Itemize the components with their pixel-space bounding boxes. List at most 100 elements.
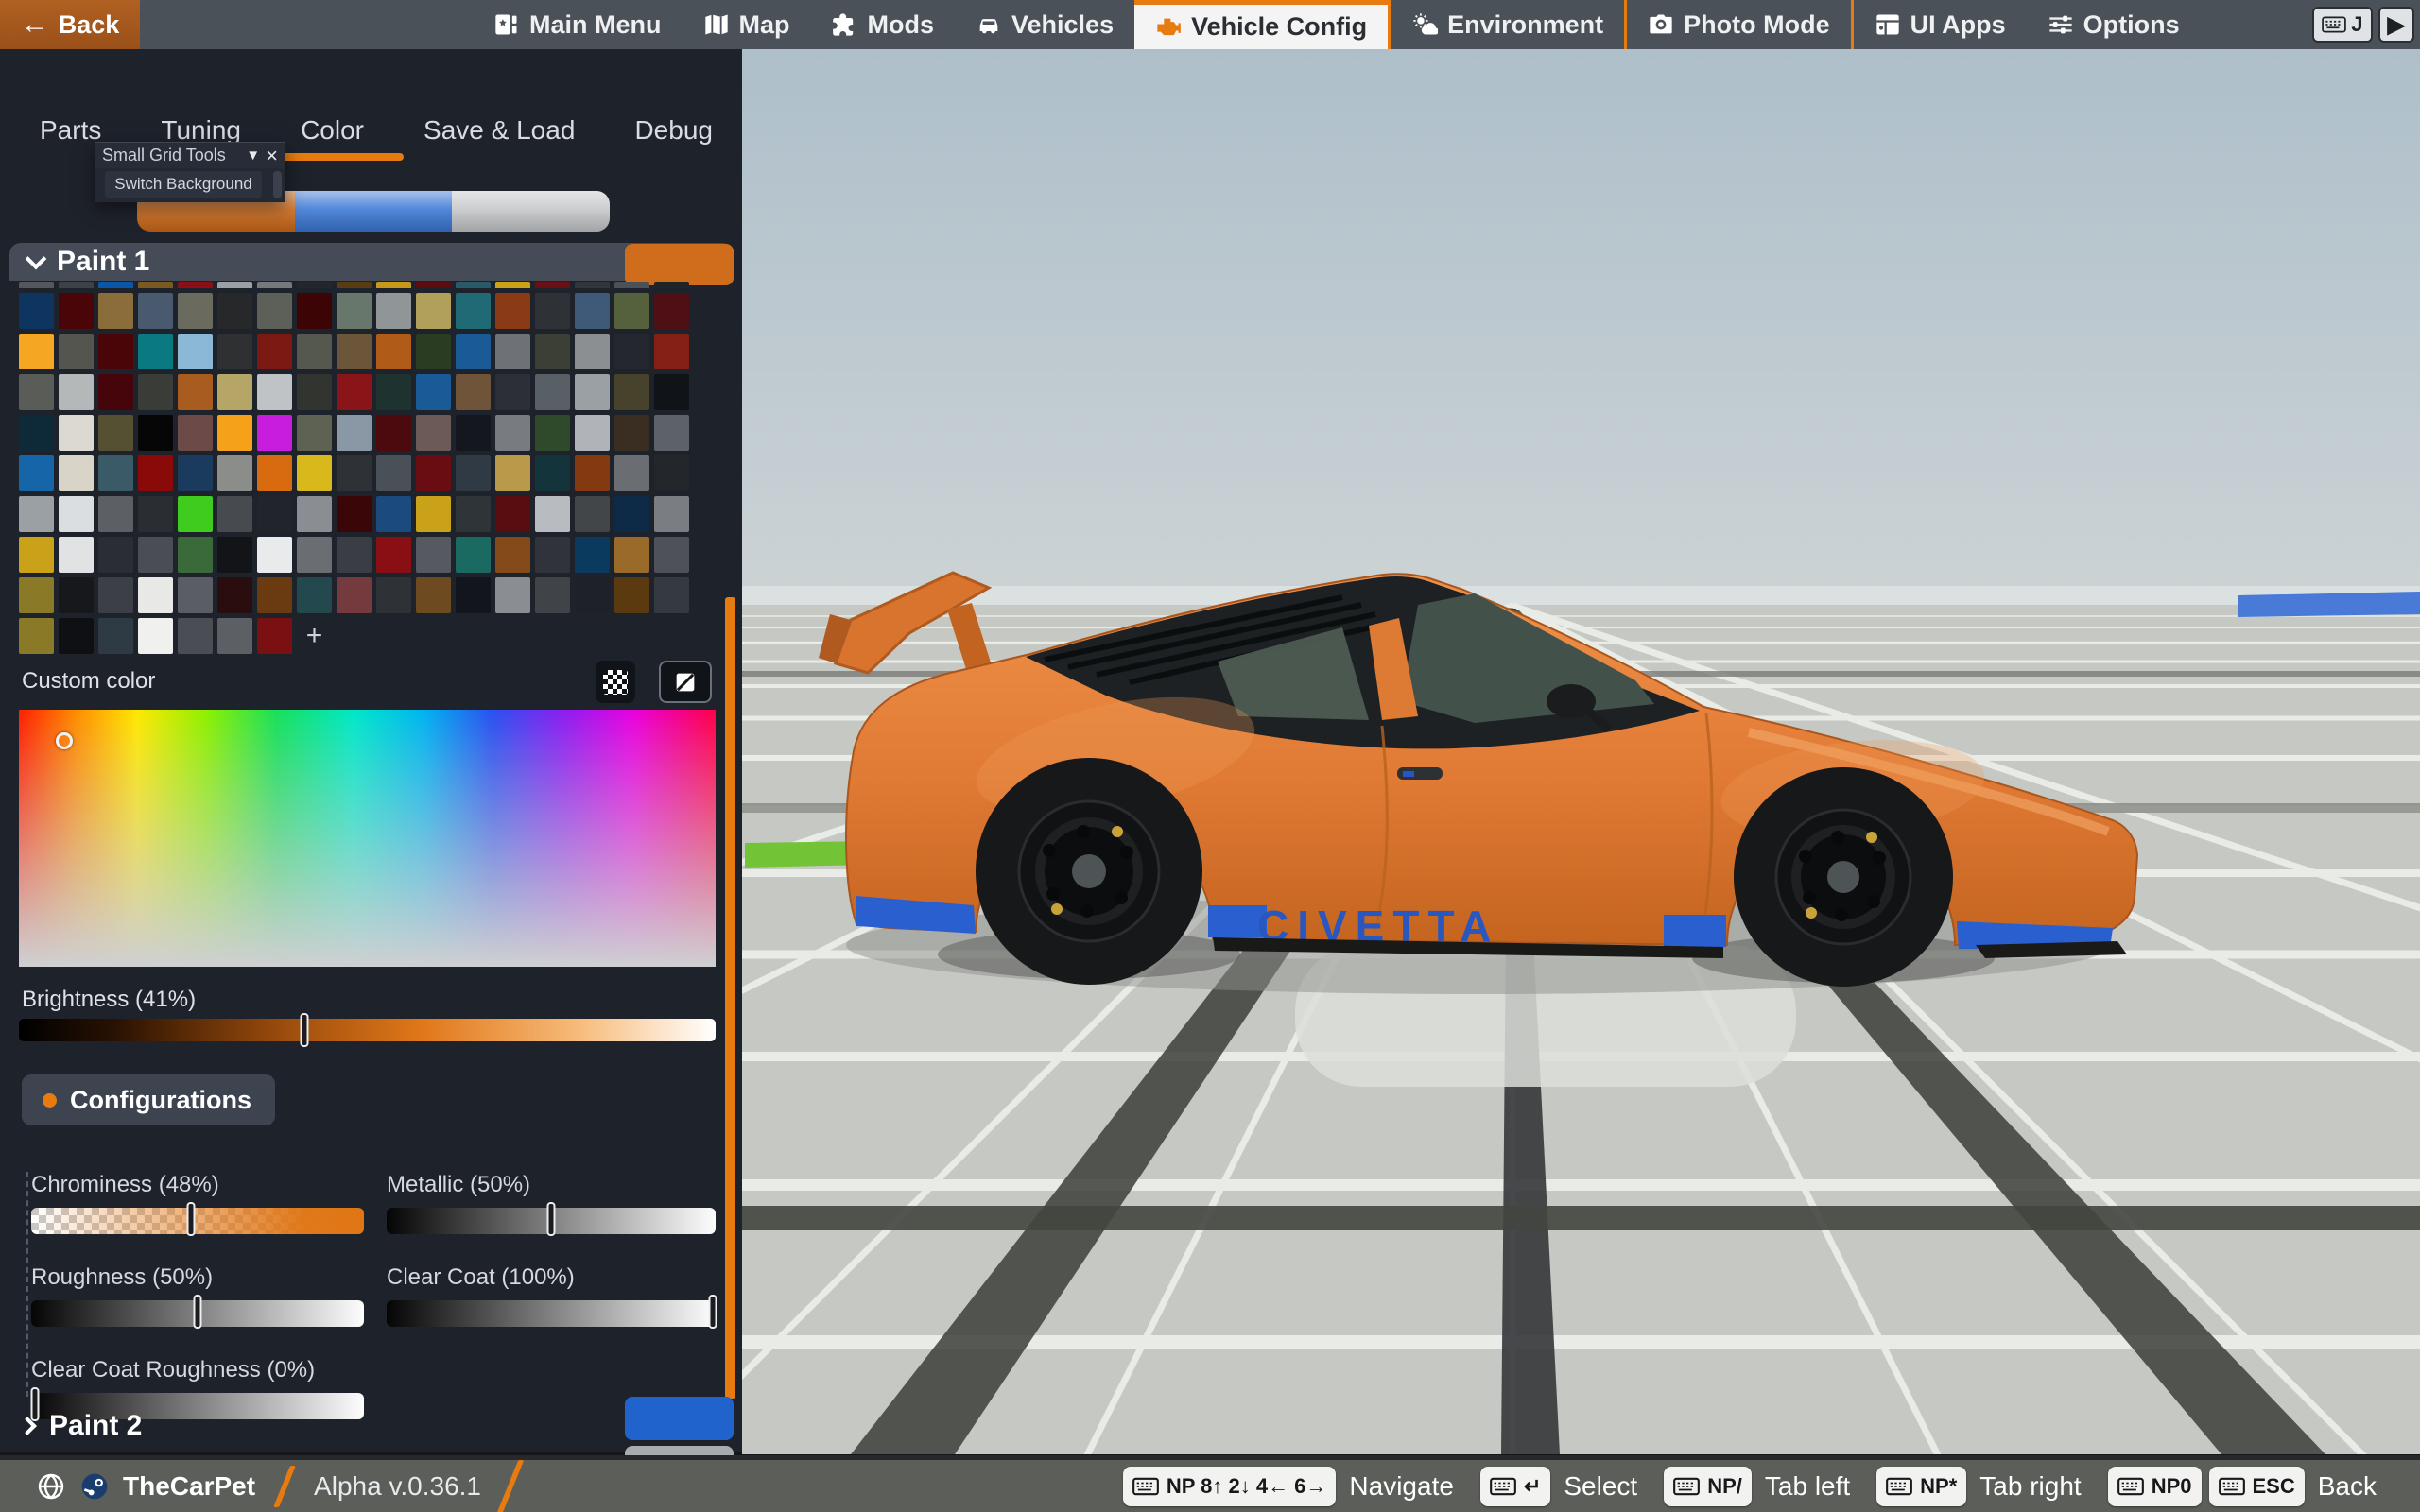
color-swatch[interactable]: [138, 415, 173, 451]
color-swatch[interactable]: [217, 293, 252, 329]
color-swatch[interactable]: [217, 415, 252, 451]
color-swatch[interactable]: [654, 577, 689, 613]
color-swatch[interactable]: [376, 537, 411, 573]
color-swatch[interactable]: [297, 496, 332, 532]
color-swatch[interactable]: [535, 282, 570, 288]
color-swatch[interactable]: [614, 537, 649, 573]
color-swatch[interactable]: [178, 282, 213, 288]
globe-icon[interactable]: [36, 1471, 66, 1502]
color-swatch[interactable]: [654, 334, 689, 369]
color-swatch[interactable]: [98, 496, 133, 532]
switch-background-button[interactable]: Switch Background: [105, 171, 262, 198]
color-swatch[interactable]: [59, 577, 94, 613]
color-swatch[interactable]: [575, 455, 610, 491]
color-swatch[interactable]: [19, 282, 54, 288]
color-swatch[interactable]: [337, 282, 372, 288]
color-swatch[interactable]: [59, 537, 94, 573]
color-swatch[interactable]: [456, 374, 491, 410]
color-swatch[interactable]: [456, 496, 491, 532]
color-swatch[interactable]: [178, 334, 213, 369]
color-swatch[interactable]: [98, 537, 133, 573]
color-swatch[interactable]: [297, 374, 332, 410]
color-swatch[interactable]: [535, 537, 570, 573]
color-swatch[interactable]: [217, 618, 252, 654]
tab-color[interactable]: Color: [301, 115, 364, 157]
color-swatch[interactable]: [59, 282, 94, 288]
color-swatch[interactable]: [297, 577, 332, 613]
add-swatch-button[interactable]: +: [297, 618, 332, 654]
color-swatch[interactable]: [456, 293, 491, 329]
popup-scrollbar[interactable]: [273, 171, 282, 198]
color-swatch[interactable]: [98, 415, 133, 451]
color-swatch[interactable]: [416, 577, 451, 613]
color-swatch[interactable]: [654, 455, 689, 491]
nav-item-ui-apps[interactable]: UI Apps: [1854, 0, 2027, 49]
color-swatch[interactable]: [654, 374, 689, 410]
color-swatch[interactable]: [535, 334, 570, 369]
color-swatch[interactable]: [19, 496, 54, 532]
nav-item-main-menu[interactable]: Main Menu: [473, 0, 683, 49]
color-swatch[interactable]: [98, 282, 133, 288]
color-swatch[interactable]: [614, 455, 649, 491]
color-swatch[interactable]: [575, 415, 610, 451]
slider-track[interactable]: [387, 1300, 716, 1327]
color-swatch[interactable]: [654, 293, 689, 329]
color-swatch[interactable]: [495, 374, 530, 410]
color-swatch[interactable]: [337, 293, 372, 329]
nav-item-environment[interactable]: Environment: [1391, 0, 1624, 49]
color-swatch[interactable]: [257, 496, 292, 532]
viewport-3d[interactable]: CIVETTA: [742, 49, 2420, 1454]
color-swatch[interactable]: [416, 496, 451, 532]
color-swatch[interactable]: [575, 374, 610, 410]
color-swatch[interactable]: [257, 293, 292, 329]
tab-save-load[interactable]: Save & Load: [424, 115, 575, 157]
color-swatch[interactable]: [178, 577, 213, 613]
nav-item-map[interactable]: Map: [683, 0, 811, 49]
color-swatch[interactable]: [59, 415, 94, 451]
color-swatch[interactable]: [337, 455, 372, 491]
nav-item-vehicles[interactable]: Vehicles: [955, 0, 1134, 49]
color-swatch[interactable]: [535, 496, 570, 532]
slider-track[interactable]: [31, 1208, 364, 1234]
color-swatch[interactable]: [297, 455, 332, 491]
color-swatch[interactable]: [257, 415, 292, 451]
color-swatch[interactable]: [297, 334, 332, 369]
color-swatch[interactable]: [98, 374, 133, 410]
color-swatch[interactable]: [178, 496, 213, 532]
slider-handle[interactable]: [547, 1202, 556, 1236]
color-swatch[interactable]: [257, 334, 292, 369]
color-swatch[interactable]: [535, 577, 570, 613]
nav-item-photo-mode[interactable]: Photo Mode: [1627, 0, 1850, 49]
color-swatch[interactable]: [19, 618, 54, 654]
color-swatch[interactable]: [416, 334, 451, 369]
color-swatch[interactable]: [138, 374, 173, 410]
color-swatch[interactable]: [297, 293, 332, 329]
color-swatch[interactable]: [376, 415, 411, 451]
color-swatch[interactable]: [19, 293, 54, 329]
color-swatch[interactable]: [456, 455, 491, 491]
color-swatch[interactable]: [416, 455, 451, 491]
tab-parts[interactable]: Parts: [40, 115, 101, 157]
color-swatch[interactable]: [614, 293, 649, 329]
color-swatch[interactable]: [178, 537, 213, 573]
panel-scrollbar[interactable]: [725, 597, 735, 1399]
color-swatch[interactable]: [376, 455, 411, 491]
color-swatch[interactable]: [59, 374, 94, 410]
color-swatch[interactable]: [19, 374, 54, 410]
color-swatch[interactable]: [614, 334, 649, 369]
color-swatch[interactable]: [535, 455, 570, 491]
color-swatch[interactable]: [456, 334, 491, 369]
color-swatch[interactable]: [217, 496, 252, 532]
color-swatch[interactable]: [19, 415, 54, 451]
color-swatch[interactable]: [138, 455, 173, 491]
color-swatch[interactable]: [456, 415, 491, 451]
color-swatch[interactable]: [98, 293, 133, 329]
color-swatch[interactable]: [614, 374, 649, 410]
color-swatch[interactable]: [654, 496, 689, 532]
color-swatch[interactable]: [575, 537, 610, 573]
color-swatch[interactable]: [59, 293, 94, 329]
color-swatch[interactable]: [217, 455, 252, 491]
brightness-slider[interactable]: [19, 1019, 716, 1041]
color-swatch[interactable]: [257, 537, 292, 573]
popup-header[interactable]: Small Grid Tools ▼ ×: [95, 143, 285, 168]
